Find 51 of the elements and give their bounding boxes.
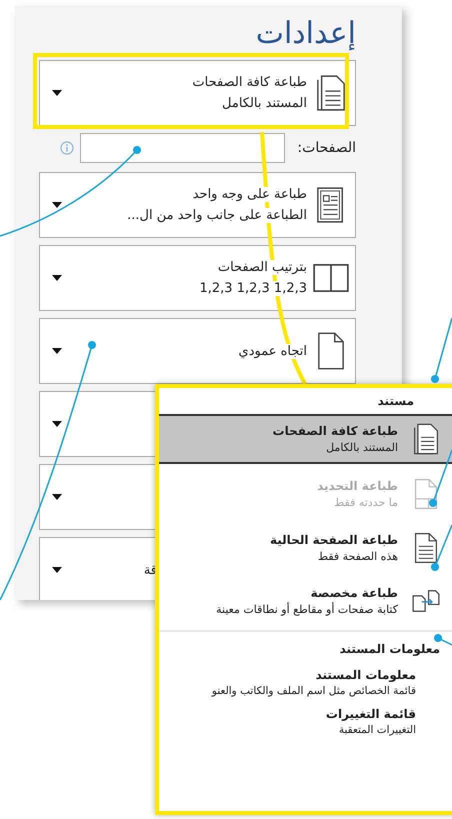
menu-item-subtitle: ما حددته فقط [333, 496, 398, 509]
option-title: طباعة كافة الصفحات [192, 75, 307, 90]
info-icon [60, 141, 74, 155]
menu-item-title: طباعة الصفحة الحالية [270, 533, 398, 547]
option-subtitle: الطباعة على جانب واحد من ال... [127, 208, 307, 223]
leader-line [429, 450, 452, 507]
caret-icon [52, 202, 62, 208]
menu-item[interactable]: طباعة الصفحة الحالية هذه الصفحة فقط [159, 524, 452, 572]
menu-header: مستند [376, 393, 415, 410]
settings-title: إعدادات [254, 15, 356, 53]
option-title: طباعة على وجه واحد [192, 187, 307, 202]
menu-item-title: معلومات المستند [314, 668, 416, 682]
option-subtitle: المستند بالكامل [222, 96, 307, 111]
caret-icon [52, 494, 62, 500]
menu-item-subtitle: المستند بالكامل [325, 441, 398, 454]
document-lines-icon [414, 532, 438, 564]
option-subtitle: 1,2,3 1,2,3 1,2,3 [199, 281, 307, 296]
menu-item-subtitle: التغييرات المتعقبة [338, 724, 416, 736]
caret-icon [52, 275, 62, 281]
menu-item[interactable]: طباعة مخصصة كتابة صفحات أو مقاطع أو نطاقات معينة [159, 578, 452, 624]
option-title: اتجاه عمودي [238, 344, 307, 358]
document-selection-icon [414, 478, 438, 510]
caret-icon [52, 348, 62, 354]
option-title: بترتيب الصفحات [218, 260, 307, 275]
caret-icon [52, 90, 62, 96]
documents-icon [316, 74, 346, 112]
caret-icon [52, 567, 62, 573]
menu-item[interactable]: قائمة التغييرات التغييرات المتعقبة [159, 701, 452, 740]
pages-label: الصفحات: [297, 140, 356, 156]
menu-item-title: طباعة مخصصة [310, 586, 398, 600]
print-option-dropdown[interactable]: اتجاه عمودي [39, 318, 356, 384]
menu-item[interactable]: معلومات المستند قائمة الخصائص مثل اسم الملف والكاتب والعنو [159, 662, 452, 701]
menu-item-title: طباعة كافة الصفحات [272, 424, 398, 438]
leader-line [431, 318, 452, 383]
menu-item-subtitle: كتابة صفحات أو مقاطع أو نطاقات معينة [216, 603, 398, 616]
document-lines-icon [316, 186, 346, 224]
section-header: معلومات المستند [159, 630, 452, 662]
menu-item-title: طباعة التحديد [317, 479, 398, 493]
two-columns-icon [312, 263, 350, 293]
print-option-dropdown[interactable]: طباعة كافة الصفحات المستند بالكامل [39, 60, 356, 126]
print-option-dropdown[interactable]: طباعة على وجه واحد الطباعة على جانب واحد من ال... [39, 172, 356, 238]
documents-icon [413, 422, 439, 456]
blank-page-icon [317, 331, 345, 371]
menu-item-subtitle: قائمة الخصائص مثل اسم الملف والكاتب والعنو [210, 685, 416, 697]
document-arrow-icon [411, 589, 441, 613]
pages-input-field[interactable] [80, 133, 286, 163]
caret-icon [52, 421, 62, 427]
leader-line [431, 524, 452, 571]
menu-item-subtitle: هذه الصفحة فقط [316, 550, 398, 563]
menu-item-title: قائمة التغييرات [324, 707, 416, 721]
menu-item[interactable]: طباعة كافة الصفحات المستند بالكامل [159, 414, 452, 464]
